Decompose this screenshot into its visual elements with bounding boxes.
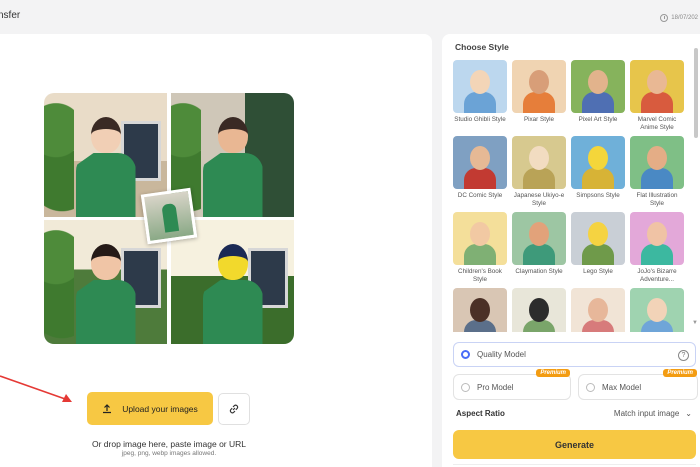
style-label: Pixar Style bbox=[523, 116, 555, 123]
style-card[interactable] bbox=[571, 288, 625, 332]
style-card[interactable]: Simpsons Style bbox=[571, 136, 625, 208]
max-model-option[interactable]: Max Model Premium bbox=[578, 369, 698, 400]
formats-hint: jpeg, png, webp images allowed. bbox=[121, 450, 217, 457]
style-label: Lego Style bbox=[583, 268, 613, 275]
premium-badge: Premium bbox=[663, 369, 697, 377]
style-label: Children's Book Style bbox=[458, 268, 502, 283]
style-thumbnail[interactable] bbox=[630, 212, 684, 265]
top-bar: nsfer 18/07/202 bbox=[0, 0, 700, 34]
chevron-down-icon: ⌄ bbox=[685, 409, 692, 418]
style-card[interactable]: Claymation Style bbox=[512, 212, 566, 284]
style-label: Japanese Ukiyo-e Style bbox=[513, 192, 565, 207]
clock-icon bbox=[660, 14, 669, 22]
app-title: nsfer bbox=[0, 10, 21, 21]
style-scrollbar[interactable] bbox=[694, 48, 698, 138]
style-card[interactable]: Japanese Ukiyo-e Style bbox=[512, 136, 566, 208]
pro-model-option[interactable]: Pro Model Premium bbox=[453, 369, 571, 400]
example-tile-simpsons bbox=[171, 220, 294, 344]
style-label: JoJo's Bizarre Adventure... bbox=[637, 268, 677, 283]
upload-button-label: Upload your images bbox=[122, 403, 198, 414]
style-thumbnail[interactable] bbox=[571, 60, 625, 113]
upload-icon bbox=[103, 403, 112, 413]
original-photo-inset bbox=[140, 187, 198, 245]
style-card[interactable] bbox=[512, 288, 566, 332]
style-thumbnail[interactable] bbox=[630, 60, 684, 113]
style-thumbnail[interactable] bbox=[571, 212, 625, 265]
style-card[interactable]: Lego Style bbox=[571, 212, 625, 284]
style-card[interactable]: Children's Book Style bbox=[453, 212, 507, 284]
style-thumbnail[interactable] bbox=[512, 60, 566, 113]
style-label: Flat Illustration Style bbox=[636, 192, 678, 207]
aspect-ratio-value: Match input image bbox=[613, 409, 680, 418]
style-label: Claymation Style bbox=[515, 268, 563, 275]
paste-url-button[interactable] bbox=[218, 393, 250, 425]
style-thumbnail[interactable] bbox=[453, 288, 507, 332]
style-card[interactable]: Studio Ghibli Style bbox=[453, 60, 507, 132]
date-stamp: 18/07/202 bbox=[660, 14, 698, 22]
style-card[interactable] bbox=[630, 288, 684, 332]
quality-model-option[interactable]: Quality Model ? bbox=[453, 342, 696, 367]
style-thumbnail[interactable] bbox=[630, 288, 684, 332]
style-label: DC Comic Style bbox=[457, 192, 503, 199]
style-thumbnail[interactable] bbox=[512, 212, 566, 265]
style-thumbnail[interactable] bbox=[453, 136, 507, 189]
style-card[interactable]: DC Comic Style bbox=[453, 136, 507, 208]
style-thumbnail[interactable] bbox=[512, 288, 566, 332]
style-thumbnail[interactable] bbox=[571, 288, 625, 332]
pro-model-label: Pro Model bbox=[477, 382, 514, 392]
info-icon[interactable]: ? bbox=[678, 350, 689, 361]
style-thumbnail[interactable] bbox=[512, 136, 566, 189]
style-card[interactable]: JoJo's Bizarre Adventure... bbox=[630, 212, 684, 284]
style-label: Simpsons Style bbox=[576, 192, 620, 199]
upload-images-button[interactable]: Upload your images bbox=[87, 392, 213, 425]
scroll-down-icon[interactable]: ▼ bbox=[692, 320, 698, 326]
style-grid: Studio Ghibli Style Pixar Style Pixel Art … bbox=[453, 60, 689, 332]
style-card[interactable]: Marvel Comic Anime Style bbox=[630, 60, 684, 132]
max-model-label: Max Model bbox=[602, 382, 642, 392]
link-icon bbox=[229, 404, 239, 414]
style-thumbnail[interactable] bbox=[571, 136, 625, 189]
quality-radio[interactable] bbox=[461, 350, 470, 359]
style-card[interactable]: Flat Illustration Style bbox=[630, 136, 684, 208]
aspect-ratio-label: Aspect Ratio bbox=[456, 409, 505, 418]
style-thumbnail[interactable] bbox=[453, 212, 507, 265]
style-thumbnail[interactable] bbox=[453, 60, 507, 113]
style-card[interactable]: Pixar Style bbox=[512, 60, 566, 132]
arrow-pointer-icon bbox=[0, 375, 72, 402]
settings-panel: Choose Style Studio Ghibli Style Pixar St… bbox=[442, 34, 700, 467]
style-card[interactable] bbox=[453, 288, 507, 332]
style-label: Marvel Comic Anime Style bbox=[637, 116, 677, 131]
date-text: 18/07/202 bbox=[671, 15, 698, 21]
style-label: Pixel Art Style bbox=[578, 116, 618, 123]
drop-hint: Or drop image here, paste image or URL bbox=[91, 439, 247, 449]
choose-style-title: Choose Style bbox=[455, 42, 509, 52]
premium-badge: Premium bbox=[536, 369, 570, 377]
upload-panel: Upload your images Or drop image here, p… bbox=[0, 34, 432, 467]
style-label: Studio Ghibli Style bbox=[454, 116, 506, 123]
quality-model-label: Quality Model bbox=[477, 350, 526, 359]
style-card[interactable]: Pixel Art Style bbox=[571, 60, 625, 132]
max-radio[interactable] bbox=[586, 382, 595, 392]
pro-radio[interactable] bbox=[461, 382, 470, 392]
aspect-ratio-select[interactable]: Match input image ⌄ bbox=[614, 409, 692, 418]
style-thumbnail[interactable] bbox=[630, 136, 684, 189]
generate-button[interactable]: Generate bbox=[453, 430, 696, 459]
